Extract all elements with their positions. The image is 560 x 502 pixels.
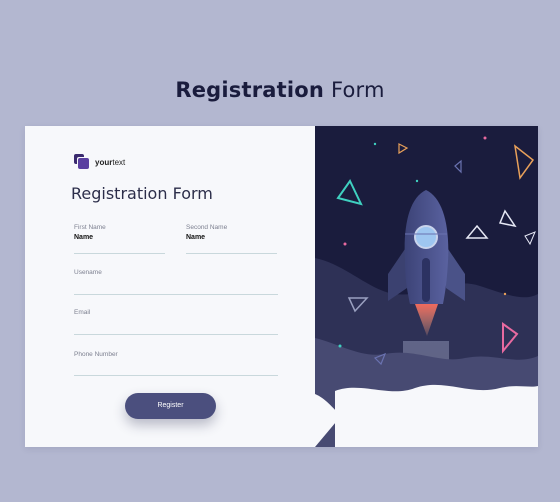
first-name-field[interactable]: First Name Name xyxy=(74,224,165,254)
second-name-underline xyxy=(186,253,277,254)
first-name-value[interactable]: Name xyxy=(74,234,165,243)
registration-card: yourtext Registration Form First Name Na… xyxy=(25,126,538,447)
page-heading: Registration Form xyxy=(0,78,560,102)
brand-logo-icon xyxy=(74,154,90,170)
second-name-label: Second Name xyxy=(186,224,228,231)
username-value[interactable] xyxy=(74,279,278,288)
sparkle-teal xyxy=(373,142,377,146)
brand-name-bold: your xyxy=(95,157,113,167)
username-label: Usename xyxy=(74,269,102,276)
email-underline xyxy=(74,334,278,335)
phone-value[interactable] xyxy=(74,361,278,370)
email-field[interactable]: Email xyxy=(74,309,278,335)
page-heading-bold: Registration xyxy=(175,78,325,102)
brand-name-light: text xyxy=(112,157,126,167)
form-title: Registration Form xyxy=(71,184,213,203)
phone-underline xyxy=(74,375,278,376)
first-name-label: First Name xyxy=(74,224,106,231)
front-cloud xyxy=(335,384,538,447)
sparkle-pink xyxy=(483,136,487,140)
email-value[interactable] xyxy=(74,319,278,328)
sparkle-teal-2 xyxy=(415,179,419,183)
rocket-window xyxy=(414,225,438,249)
first-name-underline xyxy=(74,253,165,254)
second-name-value[interactable]: Name xyxy=(186,234,277,243)
brand-name: yourtext xyxy=(95,158,125,167)
rocket-illustration-svg xyxy=(315,126,538,447)
form-pane: yourtext Registration Form First Name Na… xyxy=(25,126,315,447)
rocket-center-fin xyxy=(422,258,430,302)
brand: yourtext xyxy=(74,154,125,170)
email-label: Email xyxy=(74,309,91,316)
sparkle-orange xyxy=(503,292,507,296)
page-heading-light: Form xyxy=(330,78,385,102)
phone-label: Phone Number xyxy=(74,351,118,358)
username-field[interactable]: Usename xyxy=(74,269,278,295)
sparkle-teal-3 xyxy=(338,344,342,348)
phone-field[interactable]: Phone Number xyxy=(74,351,278,376)
username-underline xyxy=(74,294,278,295)
register-button[interactable]: Register xyxy=(125,393,216,419)
rocket-illustration xyxy=(315,126,538,447)
second-name-field[interactable]: Second Name Name xyxy=(186,224,277,254)
sparkle-pink-2 xyxy=(343,242,347,246)
